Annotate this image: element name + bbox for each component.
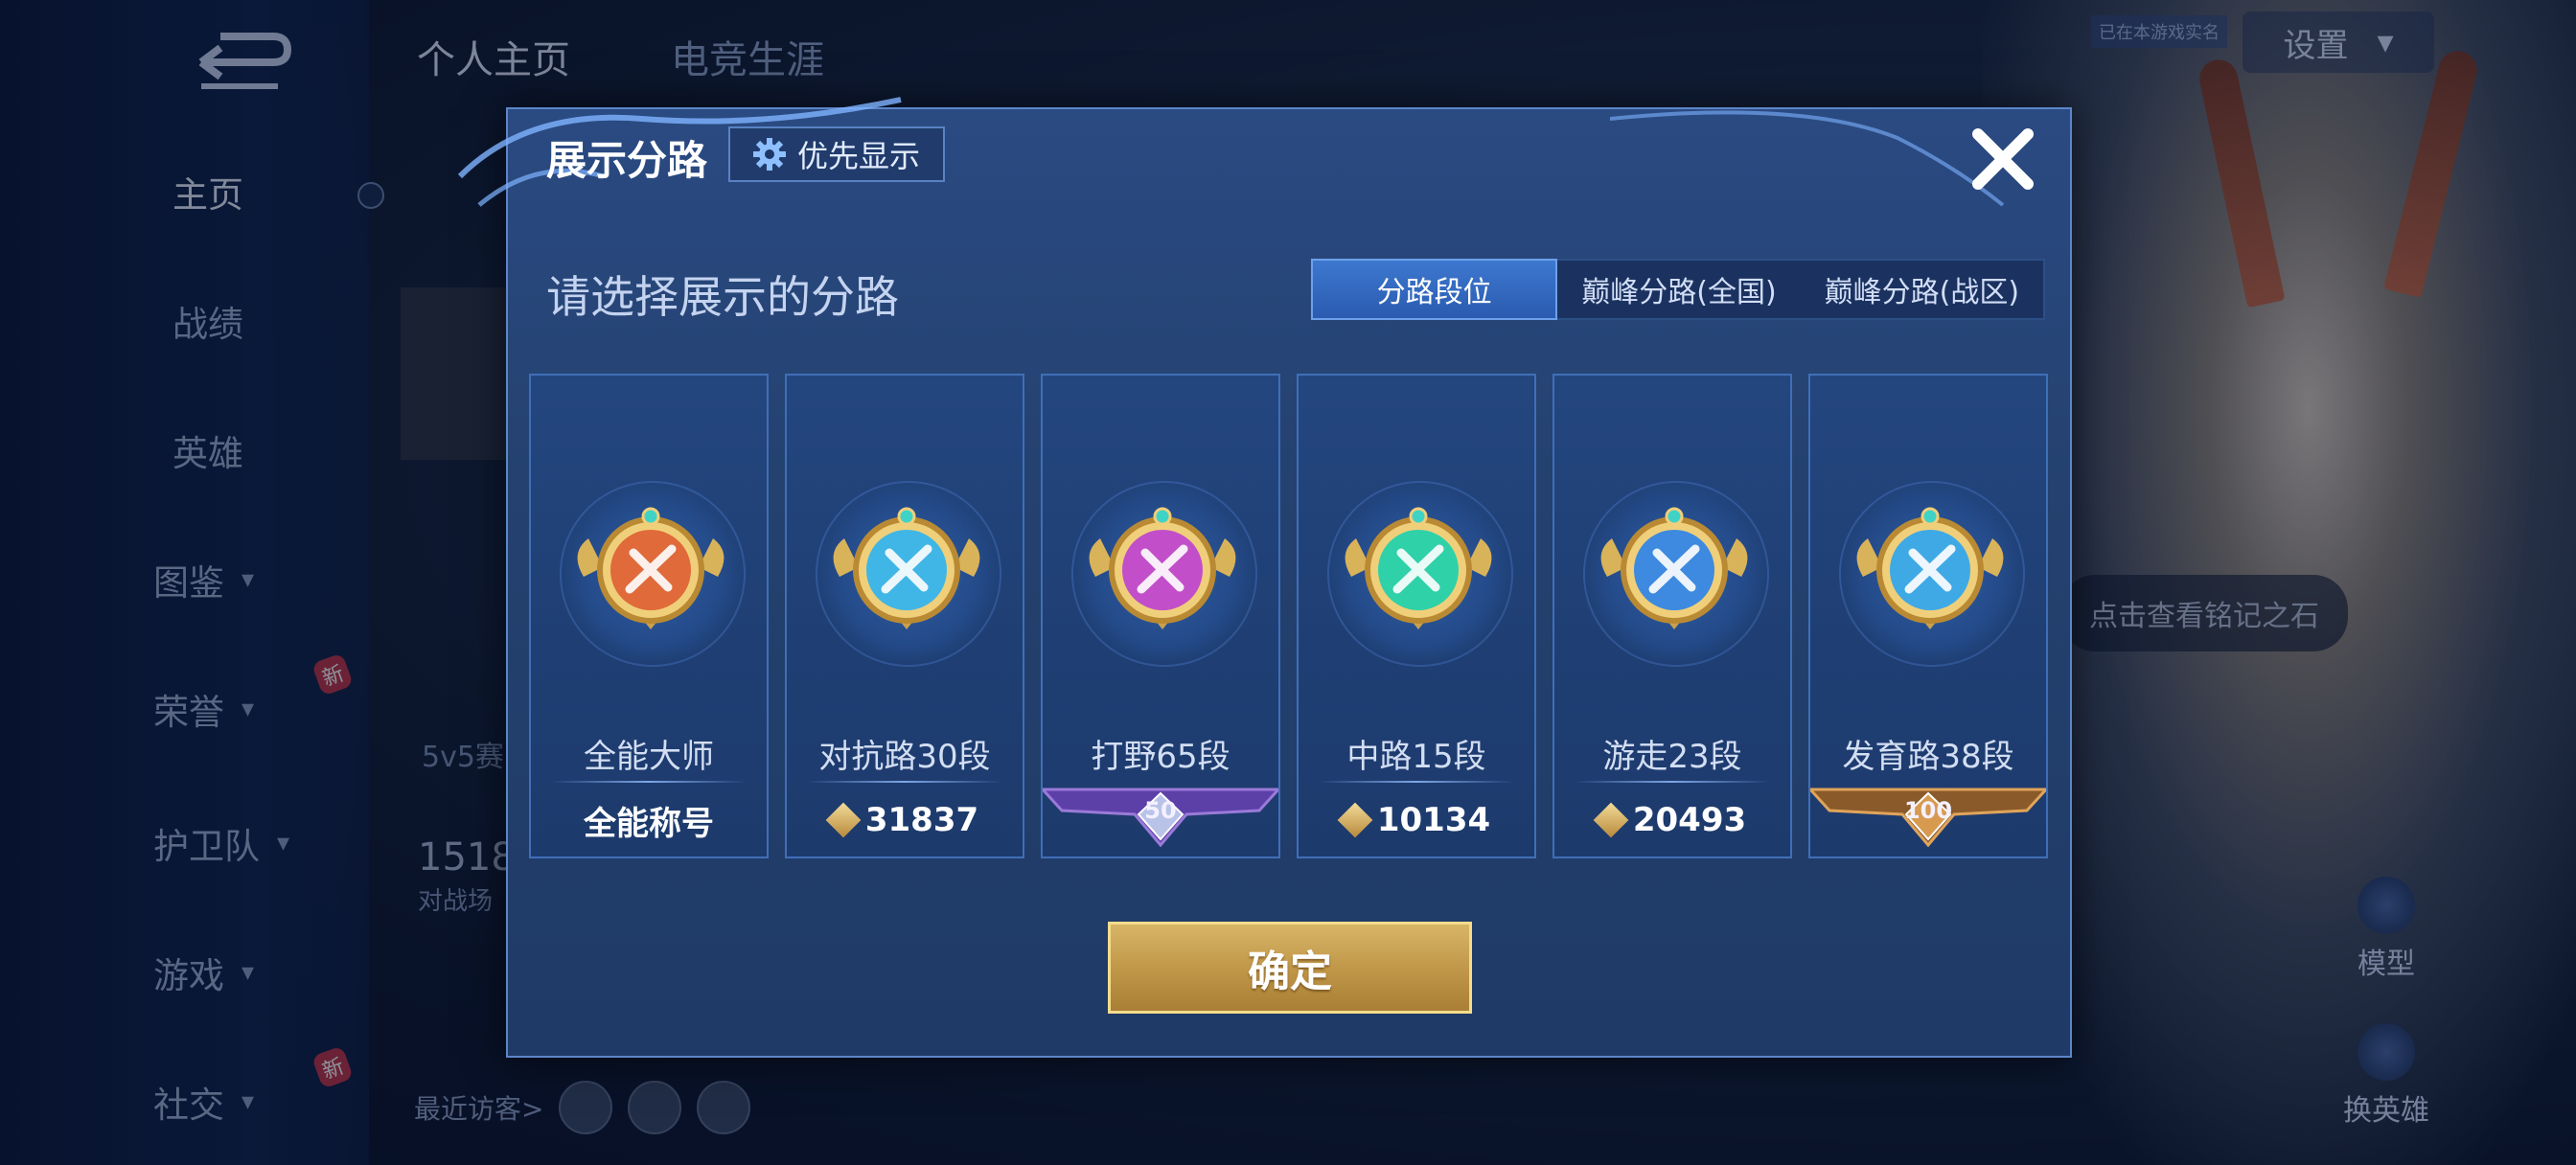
peak-points-icon	[825, 802, 862, 838]
segment-peak-region[interactable]: 巅峰分路(战区)	[1801, 261, 2043, 318]
route-card-title-label: 全能称号	[531, 793, 767, 847]
route-card[interactable]: 打野65段 50	[1039, 374, 1282, 858]
jungle-dragon-emblem	[1089, 507, 1236, 629]
clash-lane-emblem	[833, 507, 980, 629]
route-card[interactable]: 对抗路30段 31837	[785, 374, 1024, 858]
route-card-score: 10134	[1299, 793, 1534, 847]
corner-swirl-decoration	[1610, 110, 2005, 207]
route-card-list: 全能大师 全能称号 对抗路30段 31837 打野65段 50 中路15段 10134 游走23…	[529, 374, 2051, 858]
close-icon[interactable]	[1965, 121, 2041, 197]
route-card-name: 中路15段	[1346, 738, 1486, 776]
route-card-name: 打野65段	[1091, 738, 1230, 776]
mid-lane-emblem	[1345, 507, 1492, 629]
route-card-value: 全能称号	[584, 804, 714, 843]
priority-display-button[interactable]: 优先显示	[728, 126, 945, 182]
route-card[interactable]: 发育路38段 100	[1806, 374, 2050, 858]
peak-points-icon	[1593, 802, 1629, 838]
gear-icon	[752, 138, 786, 171]
route-card-value: 20493	[1632, 801, 1747, 839]
route-card-name: 游走23段	[1602, 738, 1742, 776]
rank-ribbon: 50	[1039, 786, 1282, 853]
dialog-title: 展示分路	[546, 137, 708, 184]
rank-ribbon: 100	[1806, 786, 2050, 853]
confirm-button[interactable]: 确定	[1108, 922, 1472, 1014]
confirm-label: 确定	[1248, 948, 1332, 996]
route-card-name: 对抗路30段	[818, 738, 991, 776]
segment-lane-rank[interactable]: 分路段位	[1311, 259, 1558, 320]
ribbon-level: 100	[1903, 797, 1953, 824]
card-divider	[1574, 781, 1771, 783]
route-card-name: 全能大师	[584, 738, 714, 776]
ribbon-level: 50	[1144, 797, 1177, 824]
route-card-score: 31837	[787, 793, 1023, 847]
route-card[interactable]: 全能大师 全能称号	[529, 374, 769, 858]
card-divider	[806, 781, 1003, 783]
dialog-subtitle: 请选择展示的分路	[546, 271, 899, 323]
peak-points-icon	[1337, 802, 1373, 838]
route-card-value: 10134	[1376, 801, 1491, 839]
route-display-dialog: 展示分路 优先显示 请选择展示的分路 分路段位 巅峰分路(全国) 巅峰分路(战区…	[457, 97, 2072, 1058]
farm-lane-emblem	[1856, 507, 2004, 629]
priority-display-label: 优先显示	[796, 138, 920, 174]
segment-peak-national[interactable]: 巅峰分路(全国)	[1557, 261, 1800, 318]
route-card-name: 发育路38段	[1842, 738, 2014, 776]
route-card[interactable]: 中路15段 10134	[1297, 374, 1536, 858]
route-card[interactable]: 游走23段 20493	[1552, 374, 1792, 858]
route-card-value: 31837	[864, 801, 979, 839]
card-divider	[550, 781, 748, 783]
card-divider	[1318, 781, 1515, 783]
roam-wings-emblem	[1600, 507, 1748, 629]
segment-control: 分路段位 巅峰分路(全国) 巅峰分路(战区)	[1311, 259, 2045, 320]
all-round-emblem	[577, 507, 724, 629]
route-card-score: 20493	[1554, 793, 1790, 847]
